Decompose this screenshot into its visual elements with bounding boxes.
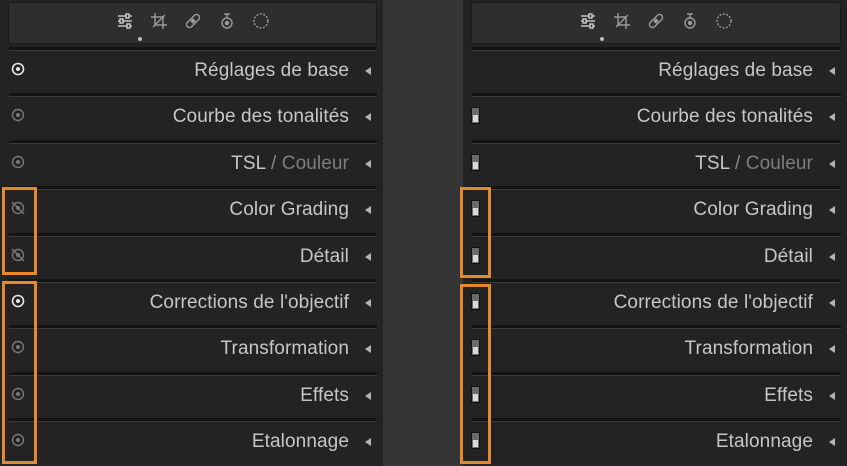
edit-sliders-icon[interactable] (578, 11, 598, 31)
collapse-arrow-icon[interactable] (365, 159, 371, 168)
collapse-arrow-icon[interactable] (829, 206, 835, 215)
collapse-arrow-icon[interactable] (365, 438, 371, 447)
section-label: TSL / Couleur (695, 152, 813, 174)
section-label: TSL / Couleur (231, 152, 349, 174)
visibility-eye-icon[interactable] (10, 154, 26, 170)
section-toggle-switch[interactable] (471, 292, 480, 310)
collapse-arrow-icon[interactable] (365, 345, 371, 354)
visibility-eye-icon[interactable] (10, 293, 26, 309)
tool-strip (8, 2, 377, 44)
visibility-eye-icon[interactable] (10, 386, 26, 402)
healing-bandage-icon[interactable] (646, 11, 666, 31)
section-lens-corrections[interactable]: Corrections de l'objectif (463, 278, 847, 325)
section-label: Courbe des tonalités (636, 106, 813, 128)
section-color-grading[interactable]: Color Grading (0, 186, 383, 232)
red-eye-icon[interactable] (680, 11, 700, 31)
collapse-arrow-icon[interactable] (365, 206, 371, 215)
section-toggle-switch[interactable] (471, 200, 480, 218)
edit-sliders-icon[interactable] (115, 11, 135, 31)
section-label: Réglages de base (658, 60, 813, 81)
tool-strip (471, 2, 841, 44)
section-label: Réglages de base (194, 60, 349, 81)
section-transform[interactable]: Transformation (0, 325, 383, 371)
collapse-arrow-icon[interactable] (365, 113, 371, 122)
collapse-arrow-icon[interactable] (829, 113, 835, 122)
section-label: Détail (299, 245, 349, 267)
section-lens-corrections[interactable]: Corrections de l'objectif (0, 278, 383, 325)
visibility-off-eye-icon[interactable] (10, 200, 26, 216)
section-toggle-switch[interactable] (471, 107, 480, 125)
crop-icon[interactable] (612, 11, 632, 31)
develop-panel-right: Réglages de base Courbe des tonalités TS… (460, 0, 847, 466)
section-label: Etalonnage (251, 431, 349, 453)
visibility-eye-icon[interactable] (10, 107, 26, 123)
section-label: Corrections de l'objectif (149, 291, 349, 313)
collapse-arrow-icon[interactable] (829, 67, 835, 75)
section-transform[interactable]: Transformation (463, 325, 847, 371)
visibility-eye-icon[interactable] (10, 432, 26, 448)
collapse-arrow-icon[interactable] (365, 67, 371, 75)
collapse-arrow-icon[interactable] (365, 252, 371, 261)
collapse-arrow-icon[interactable] (829, 391, 835, 400)
collapse-arrow-icon[interactable] (829, 438, 835, 447)
active-tool-indicator (600, 37, 604, 41)
section-tone-curve[interactable]: Courbe des tonalités (0, 93, 383, 139)
collapse-arrow-icon[interactable] (829, 345, 835, 354)
section-basic[interactable]: Réglages de base (0, 47, 383, 93)
section-toggle-switch[interactable] (471, 246, 480, 264)
section-label: Color Grading (693, 199, 813, 221)
active-tool-indicator (138, 37, 142, 41)
section-label: Détail (763, 245, 813, 267)
section-calibration[interactable]: Etalonnage (463, 418, 847, 464)
collapse-arrow-icon[interactable] (829, 252, 835, 261)
section-effects[interactable]: Effets (463, 371, 847, 418)
section-label: Color Grading (229, 199, 349, 221)
healing-bandage-icon[interactable] (183, 11, 203, 31)
section-color-grading[interactable]: Color Grading (463, 186, 847, 232)
crop-icon[interactable] (149, 11, 169, 31)
collapse-arrow-icon[interactable] (365, 298, 371, 307)
section-detail[interactable]: Détail (0, 232, 383, 279)
collapse-arrow-icon[interactable] (829, 298, 835, 307)
visibility-off-eye-icon[interactable] (10, 247, 26, 263)
section-toggle-switch[interactable] (471, 385, 480, 403)
section-label: Etalonnage (715, 431, 813, 453)
section-tone-curve[interactable]: Courbe des tonalités (463, 93, 847, 139)
masking-icon[interactable] (251, 11, 271, 31)
red-eye-icon[interactable] (217, 11, 237, 31)
section-label: Effets (764, 384, 813, 406)
visibility-eye-icon[interactable] (10, 339, 26, 355)
section-toggle-switch[interactable] (471, 432, 480, 450)
section-label: Effets (300, 384, 349, 406)
section-label: Corrections de l'objectif (613, 291, 813, 313)
section-label: Transformation (684, 338, 813, 360)
section-toggle-switch[interactable] (471, 153, 480, 171)
section-calibration[interactable]: Etalonnage (0, 418, 383, 464)
section-hsl-color[interactable]: TSL / Couleur (0, 139, 383, 186)
section-detail[interactable]: Détail (463, 232, 847, 279)
collapse-arrow-icon[interactable] (365, 391, 371, 400)
collapse-arrow-icon[interactable] (829, 159, 835, 168)
develop-panel-left: Réglages de base Courbe des tonalités TS… (0, 0, 383, 466)
section-label: Courbe des tonalités (172, 106, 349, 128)
section-basic[interactable]: Réglages de base (463, 47, 847, 93)
visibility-eye-icon[interactable] (10, 61, 26, 77)
section-label: Transformation (220, 338, 349, 360)
section-toggle-switch[interactable] (471, 339, 480, 357)
masking-icon[interactable] (714, 11, 734, 31)
section-hsl-color[interactable]: TSL / Couleur (463, 139, 847, 186)
section-effects[interactable]: Effets (0, 371, 383, 418)
